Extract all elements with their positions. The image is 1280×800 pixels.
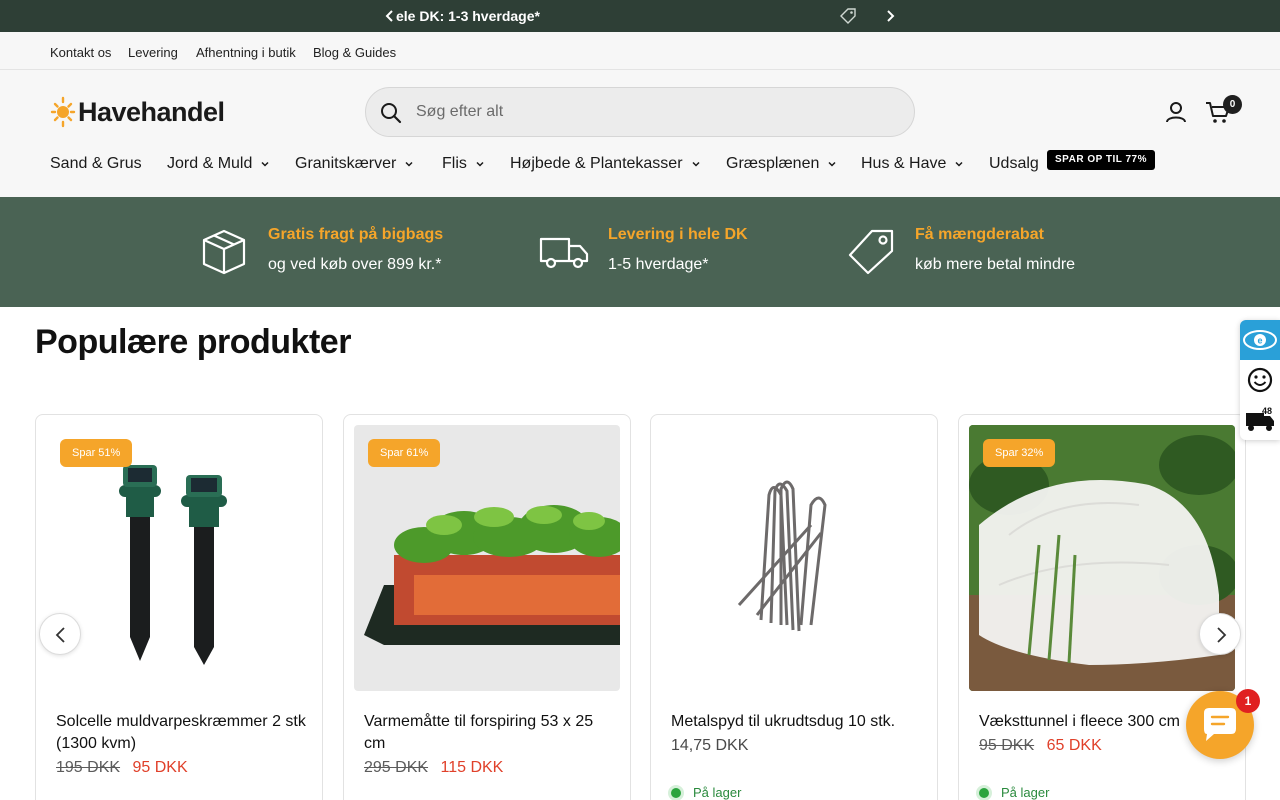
usp-title: Gratis fragt på bigbags	[268, 226, 444, 243]
product-card[interactable]: Spar 51% Solcelle muldvarpeskræmmer 2 st…	[35, 414, 323, 800]
search-input[interactable]	[416, 100, 896, 124]
nav-label: Jord & Muld	[167, 155, 253, 172]
nav-label: Udsalg	[989, 155, 1039, 172]
announcement-bar: ele DK: 1-3 hverdage*	[0, 0, 1280, 32]
nav-granitskaerver[interactable]: Granitskærver	[295, 155, 414, 173]
site-header: Havehandel 0 Sand & Grus Jord & Muld Gra…	[0, 70, 1280, 197]
stock-status: På lager	[979, 785, 1049, 800]
nav-flis[interactable]: Flis	[442, 155, 485, 173]
search-bar[interactable]	[365, 87, 915, 137]
carousel-next-button[interactable]	[1199, 613, 1241, 655]
product-image[interactable]	[661, 425, 927, 691]
cart-count-badge: 0	[1223, 95, 1242, 114]
link-levering[interactable]: Levering	[128, 45, 178, 60]
section-title: Populære produkter	[35, 323, 351, 361]
usp-subtitle: og ved køb over 899 kr.*	[268, 256, 442, 273]
product-card[interactable]: Spar 61% Varmemåtte til forspiring 53 x …	[343, 414, 631, 800]
e-maerket-icon[interactable]: e	[1240, 320, 1280, 360]
price-tag-icon	[848, 229, 894, 275]
usp-title: Levering i hele DK	[608, 226, 748, 243]
old-price: 295 DKK	[364, 759, 429, 776]
side-widget: e 48	[1240, 320, 1280, 440]
nav-label: Granitskærver	[295, 155, 397, 172]
price-row: 95 DKK 65 DKK	[979, 737, 1102, 755]
nav-label: Græsplænen	[726, 155, 820, 172]
chat-unread-badge: 1	[1236, 689, 1260, 713]
truck-icon	[539, 237, 589, 269]
link-afhentning[interactable]: Afhentning i butik	[196, 45, 296, 60]
nav-label: Højbede & Plantekasser	[510, 155, 683, 172]
announcement-text: ele DK: 1-3 hverdage*	[396, 8, 540, 24]
discount-badge: Spar 32%	[983, 439, 1056, 467]
old-price: 195 DKK	[56, 759, 121, 776]
nav-label: Sand & Grus	[50, 155, 142, 172]
usp-subtitle: køb mere betal mindre	[915, 256, 1076, 273]
delivery-truck-icon[interactable]: 48	[1240, 400, 1280, 440]
secondary-nav: Kontakt os Levering Afhentning i butik B…	[0, 32, 1280, 70]
sale-price: 65 DKK	[1046, 737, 1102, 754]
old-price: 95 DKK	[979, 737, 1035, 754]
svg-text:e: e	[1257, 336, 1262, 346]
logo-text: Havehandel	[78, 96, 225, 127]
nav-label: Hus & Have	[861, 155, 947, 172]
discount-badge: Spar 61%	[368, 439, 441, 467]
usp-item: Gratis fragt på bigbags og ved køb over …	[0, 197, 1280, 307]
account-icon[interactable]	[1164, 100, 1188, 124]
price-row: 195 DKK 95 DKK	[56, 759, 188, 777]
chevron-down-icon	[405, 161, 413, 167]
nav-hojbede[interactable]: Højbede & Plantekasser	[510, 155, 701, 173]
usp-title: Få mængderabat	[915, 226, 1044, 243]
product-card[interactable]: Metalspyd til ukrudtsdug 10 stk. 14,75 D…	[650, 414, 938, 800]
chevron-down-icon	[692, 161, 700, 167]
link-blog-guides[interactable]: Blog & Guides	[313, 45, 396, 60]
sun-icon	[50, 96, 76, 128]
nav-udsalg[interactable]: Udsalg	[989, 155, 1039, 173]
carousel-prev-button[interactable]	[39, 613, 81, 655]
nav-graesplaenen[interactable]: Græsplænen	[726, 155, 837, 173]
usp-band: Gratis fragt på bigbags og ved køb over …	[0, 197, 1280, 307]
announcement-next-button[interactable]	[880, 6, 900, 26]
product-name[interactable]: Metalspyd til ukrudtsdug 10 stk.	[671, 711, 921, 733]
chevron-right-icon	[887, 10, 895, 22]
smiley-icon[interactable]	[1240, 360, 1280, 400]
search-icon[interactable]	[379, 101, 403, 125]
price-row: 295 DKK 115 DKK	[364, 759, 503, 777]
box-icon	[202, 229, 246, 275]
nav-sand-grus[interactable]: Sand & Grus	[50, 155, 142, 173]
nav-hus-have[interactable]: Hus & Have	[861, 155, 964, 173]
chevron-down-icon	[476, 161, 484, 167]
sale-badge: SPAR OP TIL 77%	[1047, 150, 1155, 170]
price-tag-icon	[838, 6, 858, 26]
chevron-down-icon	[261, 161, 269, 167]
chevron-right-icon	[1217, 627, 1227, 643]
in-stock-dot-icon	[671, 787, 681, 798]
product-name[interactable]: Varmemåtte til forspiring 53 x 25 cm	[364, 711, 614, 755]
chevron-down-icon	[955, 161, 963, 167]
delivery-count: 48	[1262, 406, 1272, 416]
price-row: 14,75 DKK	[671, 737, 748, 755]
sale-price: 115 DKK	[440, 759, 504, 776]
product-name[interactable]: Solcelle muldvarpeskræmmer 2 stk (1300 k…	[56, 711, 306, 755]
chevron-down-icon	[828, 161, 836, 167]
discount-badge: Spar 51%	[60, 439, 133, 467]
stock-status: På lager	[671, 785, 741, 800]
nav-label: Flis	[442, 155, 467, 172]
in-stock-dot-icon	[979, 787, 989, 798]
usp-subtitle: 1-5 hverdage*	[608, 256, 709, 273]
logo[interactable]: Havehandel	[50, 95, 225, 129]
chevron-left-icon	[55, 627, 65, 643]
nav-jord-muld[interactable]: Jord & Muld	[167, 155, 270, 173]
stock-label: På lager	[1001, 785, 1050, 800]
sale-price: 95 DKK	[132, 759, 188, 776]
link-kontakt-os[interactable]: Kontakt os	[50, 45, 111, 60]
price: 14,75 DKK	[671, 737, 749, 754]
stock-label: På lager	[693, 785, 742, 800]
